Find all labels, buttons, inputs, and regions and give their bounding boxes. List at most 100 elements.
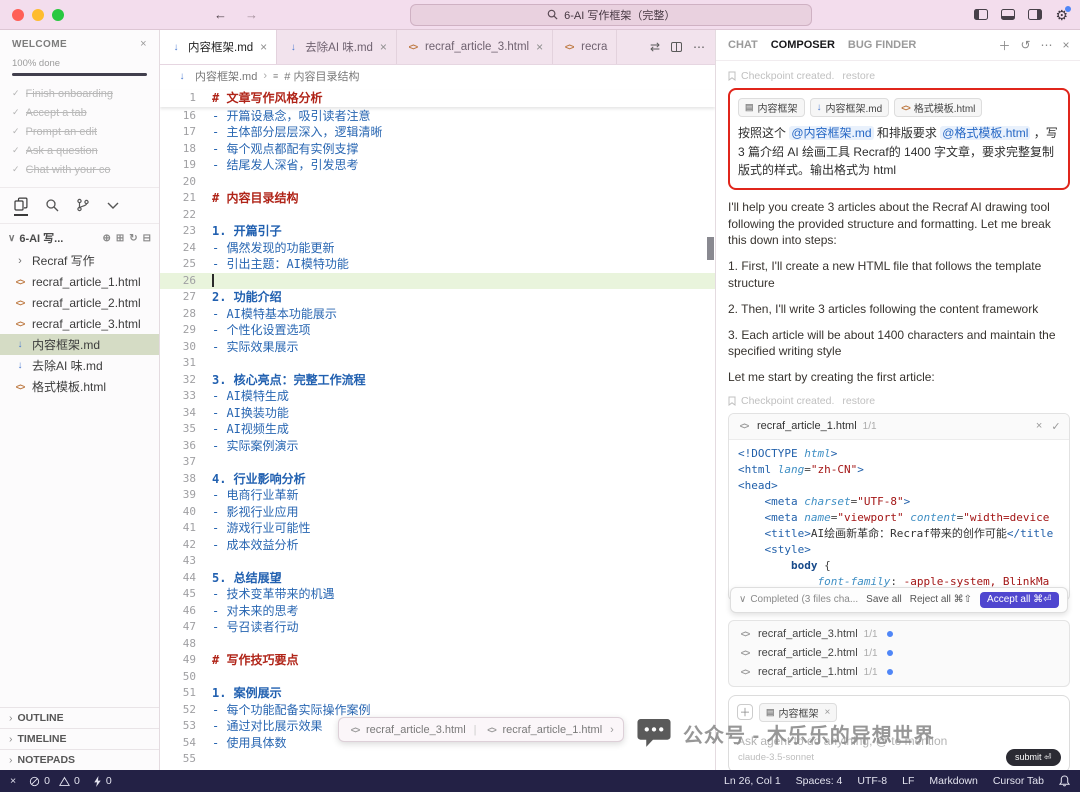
restore-link[interactable]: restore — [842, 395, 875, 407]
source-control-icon[interactable] — [76, 198, 90, 215]
editor-line[interactable]: 26 — [160, 273, 715, 290]
breadcrumb-file[interactable]: 内容框架.md — [195, 68, 257, 84]
editor-line[interactable]: 22 — [160, 207, 715, 224]
explorer-root-header[interactable]: ∨ 6-AI 写... ⊕ ⊞ ↻ ⊟ — [0, 224, 159, 250]
welcome-task[interactable]: ✓Prompt an edit — [12, 122, 147, 141]
editor-line[interactable]: 19- 结尾发人深省，引发思考 — [160, 157, 715, 174]
editor-line[interactable]: 37 — [160, 454, 715, 471]
explorer-item[interactable]: ↓去除AI 味.md — [0, 355, 159, 376]
new-file-icon[interactable]: ⊕ — [102, 233, 110, 244]
editor-line[interactable]: 34- AI换装功能 — [160, 405, 715, 422]
toggle-panel-icon[interactable] — [1001, 9, 1015, 20]
command-center-search[interactable]: 6-AI 写作框架（完整） — [410, 4, 812, 26]
panel-tab-composer[interactable]: COMPOSER — [771, 39, 835, 51]
history-icon[interactable]: ↺ — [1020, 38, 1030, 52]
editor-line[interactable]: 50 — [160, 669, 715, 686]
close-icon[interactable]: × — [825, 707, 831, 718]
explorer-item[interactable]: <>recraf_article_2.html — [0, 292, 159, 313]
editor-line[interactable]: 46- 对未来的思考 — [160, 603, 715, 620]
editor-line[interactable]: 35- AI视频生成 — [160, 421, 715, 438]
composer-conversation[interactable]: Checkpoint created. restore ▤内容框架↓内容框架.m… — [716, 61, 1080, 770]
editor-line[interactable]: 16- 开篇设悬念，吸引读者注意 — [160, 108, 715, 125]
changed-file-row[interactable]: <>recraf_article_3.html1/1 — [738, 625, 1060, 644]
welcome-task[interactable]: ✓Finish onboarding — [12, 84, 147, 103]
editor-line[interactable]: 43 — [160, 553, 715, 570]
code-card-filename[interactable]: recraf_article_1.html — [757, 420, 857, 432]
recent-file[interactable]: <>recraf_article_3.html — [348, 724, 466, 736]
context-pill[interactable]: <>格式模板.html — [894, 98, 982, 117]
context-pill[interactable]: ▤内容框架 — [738, 98, 805, 117]
editor-line[interactable]: 30- 实际效果展示 — [160, 339, 715, 356]
refresh-icon[interactable]: ↻ — [129, 233, 137, 244]
code-editor[interactable]: 1# 文章写作风格分析16- 开篇设悬念，吸引读者注意17- 主体部分层层深入，… — [160, 87, 715, 770]
status-item[interactable]: Spaces: 4 — [796, 775, 843, 787]
back-icon[interactable]: ← — [214, 7, 227, 22]
editor-line[interactable]: 45- 技术变革带来的机遇 — [160, 586, 715, 603]
recent-file[interactable]: <>recraf_article_1.html — [485, 724, 603, 736]
restore-link[interactable]: restore — [842, 70, 875, 82]
editor-line[interactable]: 49# 写作技巧要点 — [160, 652, 715, 669]
close-window-button[interactable] — [12, 9, 24, 21]
ports-indicator[interactable]: 0 — [93, 775, 112, 787]
submit-button[interactable]: submit ⏎ — [1006, 749, 1061, 766]
status-item[interactable]: Cursor Tab — [993, 775, 1044, 787]
forward-icon[interactable]: → — [245, 7, 258, 22]
panel-header-notepads[interactable]: ›NOTEPADS — [0, 749, 159, 770]
panel-tab-bug-finder[interactable]: BUG FINDER — [848, 39, 916, 51]
editor-line[interactable]: 511. 案例展示 — [160, 685, 715, 702]
status-item[interactable]: UTF-8 — [857, 775, 887, 787]
explorer-item[interactable]: ›Recraf 写作 — [0, 250, 159, 271]
editor-line[interactable]: 231. 开篇引子 — [160, 223, 715, 240]
status-item[interactable]: Ln 26, Col 1 — [724, 775, 781, 787]
breadcrumb-section[interactable]: # 内容目录结构 — [284, 68, 359, 84]
file-mention[interactable]: @格式模板.html — [940, 126, 1030, 140]
editor-line[interactable]: 41- 游戏行业可能性 — [160, 520, 715, 537]
chevron-down-icon[interactable] — [107, 201, 119, 212]
split-editor-icon[interactable] — [671, 42, 682, 52]
recent-files-bar[interactable]: <>recraf_article_3.html|<>recraf_article… — [338, 717, 624, 742]
reject-all-button[interactable]: Reject all ⌘⇧ — [910, 594, 972, 605]
changed-file-row[interactable]: <>recraf_article_1.html1/1 — [738, 663, 1060, 682]
editor-line[interactable]: 20 — [160, 174, 715, 191]
editor-line[interactable]: 17- 主体部分层层深入，逻辑清晰 — [160, 124, 715, 141]
editor-tab[interactable]: ↓内容框架.md× — [160, 30, 277, 64]
editor-line[interactable]: 272. 功能介绍 — [160, 289, 715, 306]
collapse-all-icon[interactable]: ⊟ — [143, 233, 151, 244]
editor-line[interactable]: 40- 影视行业应用 — [160, 504, 715, 521]
more-actions-icon[interactable]: ⋯ — [1041, 38, 1053, 52]
chevron-right-icon[interactable]: › — [610, 724, 614, 736]
bell-icon[interactable] — [1059, 775, 1070, 787]
close-icon[interactable]: × — [260, 40, 267, 54]
editor-line[interactable]: 48 — [160, 636, 715, 653]
editor-line[interactable]: 39- 电商行业革新 — [160, 487, 715, 504]
breadcrumb[interactable]: ↓ 内容框架.md › ≡ # 内容目录结构 — [160, 65, 715, 87]
maximize-window-button[interactable] — [52, 9, 64, 21]
panel-tab-chat[interactable]: CHAT — [728, 39, 758, 51]
explorer-item[interactable]: <>recraf_article_3.html — [0, 313, 159, 334]
editor-line[interactable]: 52- 每个功能配备实际操作案例 — [160, 702, 715, 719]
editor-line[interactable]: 29- 个性化设置选项 — [160, 322, 715, 339]
close-panel-icon[interactable]: × — [1063, 38, 1070, 52]
changed-file-row[interactable]: <>recraf_article_2.html1/1 — [738, 644, 1060, 663]
editor-line[interactable]: 33- AI模特生成 — [160, 388, 715, 405]
explorer-icon[interactable] — [14, 197, 28, 216]
file-mention[interactable]: @内容框架.md — [789, 126, 873, 140]
code-card-header[interactable]: <> recraf_article_1.html 1/1 × ✓ — [729, 414, 1069, 440]
remote-window-icon[interactable]: × — [10, 775, 16, 787]
summary-status[interactable]: ∨Completed (3 files cha... — [739, 594, 858, 605]
editor-line[interactable]: 323. 核心亮点：完整工作流程 — [160, 372, 715, 389]
toggle-secondary-sidebar-icon[interactable] — [1028, 9, 1042, 20]
editor-line[interactable]: 31 — [160, 355, 715, 372]
more-actions-icon[interactable]: ⋯ — [693, 40, 705, 54]
close-icon[interactable]: × — [380, 40, 387, 54]
toggle-sidebar-icon[interactable] — [974, 9, 988, 20]
model-selector[interactable]: claude-3.5-sonnet — [738, 752, 814, 763]
editor-line[interactable]: 18- 每个观点都配有实例支撑 — [160, 141, 715, 158]
panel-header-outline[interactable]: ›OUTLINE — [0, 707, 159, 728]
editor-line[interactable]: 1# 文章写作风格分析 — [160, 90, 715, 107]
new-composer-icon[interactable]: ＋ — [998, 37, 1010, 54]
editor-line[interactable]: 384. 行业影响分析 — [160, 471, 715, 488]
settings-gear-icon[interactable]: ⚙ — [1055, 8, 1068, 22]
welcome-task[interactable]: ✓Ask a question — [12, 141, 147, 160]
welcome-task[interactable]: ✓Chat with your co — [12, 160, 147, 179]
